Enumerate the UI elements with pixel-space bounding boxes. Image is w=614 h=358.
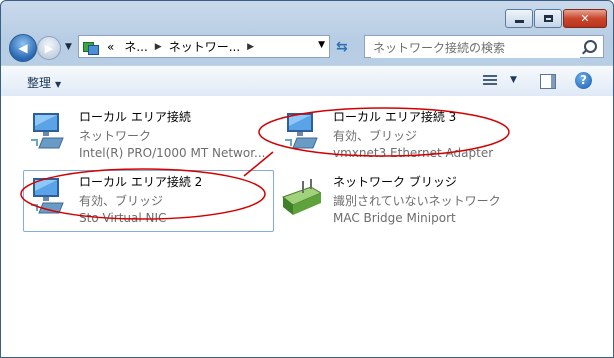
network-connections-icon	[83, 40, 99, 55]
network-adapter-icon	[31, 178, 64, 214]
connection-name: ローカル エリア接続	[79, 110, 191, 124]
connection-adapter: MAC Bridge Miniport	[333, 211, 456, 225]
connections-list: ローカル エリア接続 ネットワーク Intel(R) PRO/1000 MT N…	[1, 96, 613, 357]
connection-status: 有効、ブリッジ	[333, 129, 418, 143]
minimize-button[interactable]	[505, 9, 533, 28]
breadcrumb-item[interactable]: ネ...	[119, 38, 152, 55]
explorer-window: ✕ ◀ ▶ ▼ « ネ... ▶ ネットワー... ▶ ▼ ⇆ 整理▼ ▼ ?	[0, 0, 614, 358]
network-bridge-icon	[281, 179, 321, 215]
connection-adapter: Sto Virtual NIC	[79, 211, 167, 225]
connection-adapter: vmxnet3 Ethernet Adapter	[333, 146, 494, 160]
connection-status: 有効、ブリッジ	[79, 194, 164, 208]
connection-name: ローカル エリア接続 3	[333, 110, 457, 124]
search-icon[interactable]	[584, 40, 597, 53]
breadcrumb-separator-icon[interactable]: ▶	[153, 42, 164, 52]
close-icon: ✕	[580, 12, 590, 25]
preview-pane-icon[interactable]	[540, 74, 556, 89]
address-dropdown-icon[interactable]: ▼	[318, 40, 325, 50]
forward-arrow-icon: ▶	[44, 41, 54, 55]
maximize-icon	[543, 15, 553, 22]
connection-name: ローカル エリア接続 2	[79, 175, 203, 189]
connection-item[interactable]: ローカル エリア接続 3 有効、ブリッジ vmxnet3 Ethernet Ad…	[279, 108, 529, 166]
connection-status: ネットワーク	[79, 129, 152, 143]
recent-pages-dropdown[interactable]: ▼	[65, 42, 72, 52]
breadcrumb-item[interactable]: ネットワー...	[164, 38, 245, 55]
command-bar: 整理 ▼ ▼ ?	[1, 65, 613, 97]
minimize-icon	[514, 20, 524, 23]
navigation-bar: ◀ ▶ ▼ « ネ... ▶ ネットワー... ▶ ▼ ⇆	[1, 31, 613, 63]
title-bar: ✕	[1, 1, 613, 31]
close-button[interactable]: ✕	[563, 9, 607, 28]
connection-name: ネットワーク ブリッジ	[333, 175, 457, 189]
view-dropdown-icon[interactable]: ▼	[510, 75, 517, 85]
change-view-button[interactable]	[483, 73, 497, 87]
breadcrumb-separator-icon[interactable]: ▶	[245, 42, 256, 52]
organize-label: 整理	[27, 76, 52, 90]
search-box[interactable]	[364, 35, 604, 58]
connection-item[interactable]: ネットワーク ブリッジ 識別されていないネットワーク MAC Bridge Mi…	[279, 173, 579, 229]
forward-button[interactable]: ▶	[37, 36, 61, 60]
maximize-button[interactable]	[534, 9, 562, 28]
refresh-button[interactable]: ⇆	[336, 39, 356, 57]
connection-adapter: Intel(R) PRO/1000 MT Networ...	[79, 146, 266, 160]
search-input[interactable]	[371, 37, 580, 58]
back-button[interactable]: ◀	[9, 34, 37, 62]
network-adapter-icon	[31, 113, 64, 149]
address-bar[interactable]: « ネ... ▶ ネットワー... ▶ ▼	[78, 35, 330, 58]
chevron-down-icon: ▼	[55, 80, 62, 89]
organize-button[interactable]: 整理 ▼	[27, 74, 61, 91]
back-arrow-icon: ◀	[18, 41, 28, 55]
connection-item-selected[interactable]: ローカル エリア接続 2 有効、ブリッジ Sto Virtual NIC	[25, 173, 271, 229]
caption-buttons: ✕	[504, 9, 607, 28]
help-icon[interactable]: ?	[575, 72, 592, 89]
connection-status: 識別されていないネットワーク	[333, 194, 501, 208]
connection-item[interactable]: ローカル エリア接続 ネットワーク Intel(R) PRO/1000 MT N…	[25, 108, 275, 166]
breadcrumb-overflow[interactable]: «	[102, 40, 119, 54]
network-adapter-icon	[285, 113, 318, 149]
